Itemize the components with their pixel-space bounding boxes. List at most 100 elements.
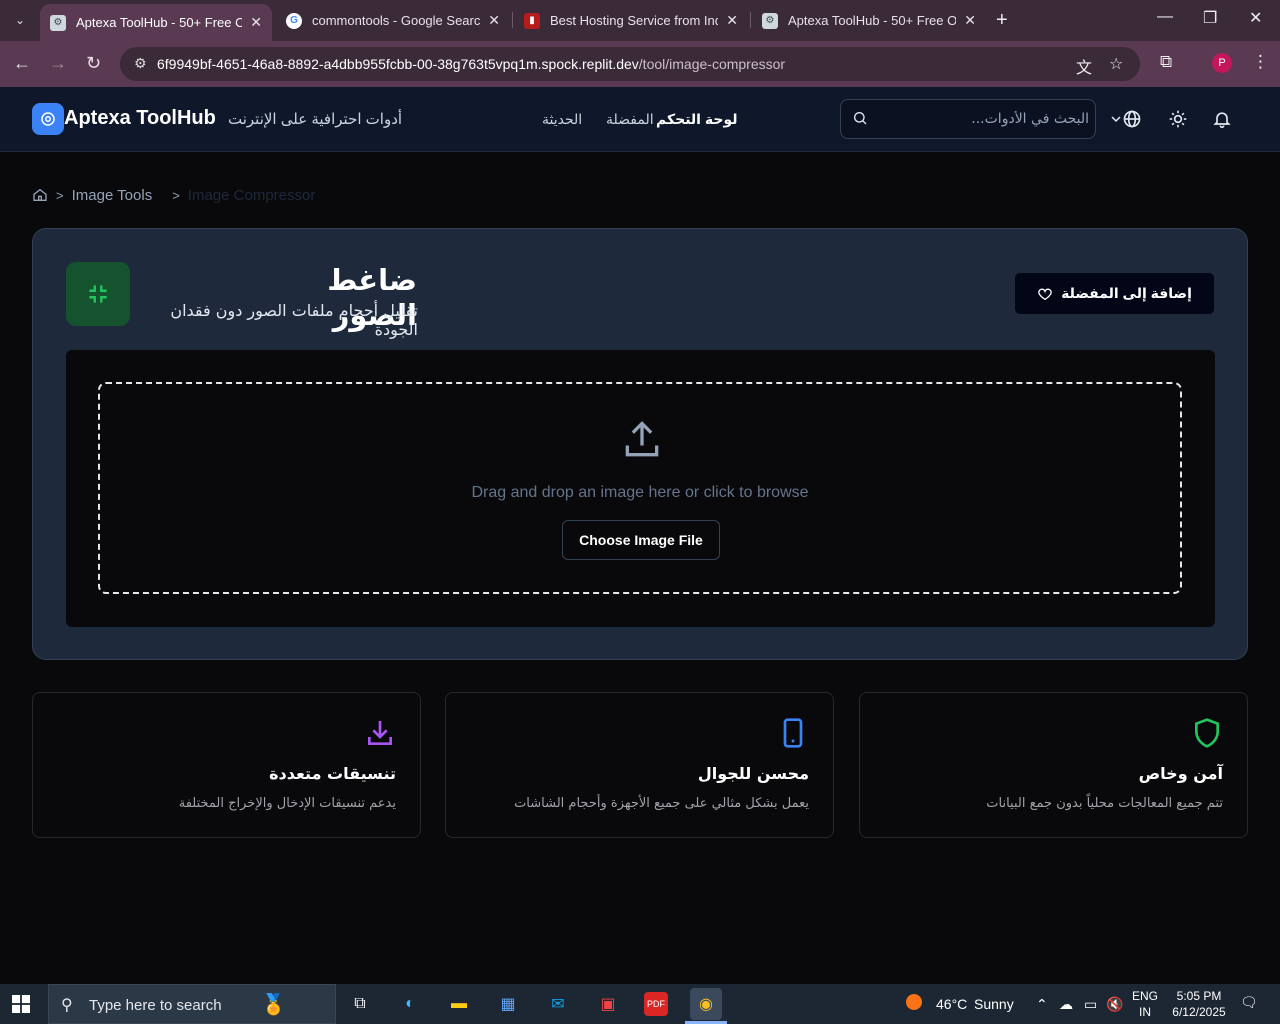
feature-description: تتم جميع المعالجات محلياً بدون جمع البيا… bbox=[986, 796, 1223, 811]
search-input[interactable] bbox=[877, 100, 1089, 138]
theme-sun-icon[interactable] bbox=[1168, 109, 1188, 129]
feature-card-secure: آمن وخاص تتم جميع المعالجات محلياً بدون … bbox=[859, 692, 1248, 838]
app-header: Aptexa ToolHub أدوات احترافية على الإنتر… bbox=[0, 87, 1280, 152]
breadcrumb: > Image Tools > Image Compressor bbox=[32, 185, 315, 205]
tab-title: commontools - Google Search bbox=[312, 13, 481, 28]
feature-title: تنسيقات متعددة bbox=[269, 764, 396, 783]
tab-aptexa-2[interactable]: ⚙ Aptexa ToolHub - 50+ Free Online ✕ bbox=[752, 4, 986, 37]
add-to-favorites-button[interactable]: إضافة إلى المفضلة bbox=[1014, 272, 1215, 315]
network-icon[interactable]: ☁ bbox=[1059, 996, 1073, 1013]
choose-image-file-button[interactable]: Choose Image File bbox=[562, 520, 720, 560]
brand-tagline: أدوات احترافية على الإنترنت bbox=[228, 111, 403, 128]
logo-icon[interactable] bbox=[32, 103, 64, 135]
feature-card-formats: تنسيقات متعددة يدعم تنسيقات الإدخال والإ… bbox=[32, 692, 421, 838]
feature-title: محسن للجوال bbox=[697, 764, 809, 783]
image-dropzone[interactable]: Drag and drop an image here or click to … bbox=[98, 382, 1182, 594]
task-view-icon[interactable]: ⧉ bbox=[344, 988, 376, 1020]
tool-card: ضاغط الصور تقليل أحجام ملفات الصور دون ف… bbox=[32, 228, 1248, 660]
minimize-icon[interactable]: — bbox=[1157, 8, 1173, 26]
weather-condition[interactable]: Sunny bbox=[974, 996, 1014, 1012]
microsoft-store-icon[interactable]: ▦ bbox=[492, 988, 524, 1020]
notifications-icon[interactable]: 🗨 bbox=[1240, 994, 1258, 1011]
breadcrumb-current: Image Compressor bbox=[187, 186, 316, 204]
chevron-down-icon[interactable] bbox=[1110, 113, 1122, 125]
upload-panel: Drag and drop an image here or click to … bbox=[66, 350, 1215, 627]
volume-muted-icon[interactable]: 🔇 bbox=[1106, 996, 1123, 1013]
address-bar[interactable]: ⚙ 6f9949bf-4651-46a8-8892-a4dbb955fcbb-0… bbox=[120, 47, 1140, 81]
restore-icon[interactable]: ❐ bbox=[1203, 8, 1217, 28]
edge-icon[interactable]: ◐ bbox=[394, 988, 426, 1020]
close-tab-icon[interactable]: ✕ bbox=[726, 12, 738, 29]
site-info-icon[interactable]: ⚙ bbox=[134, 55, 147, 72]
tab-title: Aptexa ToolHub - 50+ Free Online bbox=[76, 15, 243, 30]
feature-card-mobile: محسن للجوال يعمل بشكل مثالي على جميع الأ… bbox=[445, 692, 834, 838]
tab-aptexa-active[interactable]: ⚙ Aptexa ToolHub - 50+ Free Online ✕ bbox=[40, 4, 272, 41]
shield-icon bbox=[1195, 718, 1219, 748]
chevron-right-icon: > bbox=[172, 187, 180, 203]
browser-toolbar: ← → ↻ ⚙ 6f9949bf-4651-46a8-8892-a4dbb955… bbox=[0, 41, 1280, 87]
forward-icon[interactable]: → bbox=[49, 53, 67, 74]
bell-icon[interactable] bbox=[1212, 109, 1232, 129]
display-icon[interactable]: ▭ bbox=[1084, 996, 1097, 1013]
language-indicator[interactable]: ENG IN bbox=[1130, 988, 1160, 1020]
tab-divider bbox=[750, 12, 751, 28]
home-icon[interactable] bbox=[32, 187, 48, 203]
tab-divider bbox=[512, 12, 513, 28]
weather-icon[interactable] bbox=[906, 994, 922, 1013]
outlook-icon[interactable]: ✉ bbox=[542, 988, 574, 1020]
close-window-icon[interactable]: ✕ bbox=[1249, 8, 1262, 28]
brand-name[interactable]: Aptexa ToolHub bbox=[64, 107, 216, 130]
translate-icon[interactable]: 文 bbox=[1076, 54, 1092, 78]
windows-taskbar: ⚲ Type here to search 🏅 ⧉ ◐ ▬ ▦ ✉ ▣ PDF … bbox=[0, 984, 1280, 1024]
globe-icon[interactable] bbox=[1122, 109, 1142, 129]
tab-search-menu-button[interactable]: ⌄ bbox=[6, 8, 34, 32]
file-explorer-icon[interactable]: ▬ bbox=[443, 988, 475, 1020]
tab-title: Aptexa ToolHub - 50+ Free Online bbox=[788, 13, 957, 28]
smartphone-icon bbox=[783, 718, 803, 748]
weather-temperature[interactable]: 46°C bbox=[936, 996, 967, 1012]
heart-icon bbox=[1038, 288, 1052, 300]
feature-description: يدعم تنسيقات الإدخال والإخراج المختلفة bbox=[178, 796, 396, 811]
tab-google-search[interactable]: G commontools - Google Search ✕ bbox=[276, 4, 510, 37]
tool-description: تقليل أحجام ملفات الصور دون فقدان الجودة bbox=[170, 301, 418, 339]
close-tab-icon[interactable]: ✕ bbox=[964, 12, 976, 29]
hosting-favicon-icon: ▮ bbox=[524, 12, 540, 29]
search-icon: ⚲ bbox=[61, 997, 73, 1014]
windows-start-icon[interactable] bbox=[12, 995, 30, 1013]
bookmark-star-icon[interactable]: ☆ bbox=[1109, 54, 1123, 74]
close-tab-icon[interactable]: ✕ bbox=[488, 12, 500, 29]
add-to-favorites-label: إضافة إلى المفضلة bbox=[1061, 285, 1192, 301]
tab-hosting[interactable]: ▮ Best Hosting Service from India ✕ bbox=[514, 4, 748, 37]
tab-title: Best Hosting Service from India bbox=[550, 13, 719, 28]
compress-icon bbox=[66, 262, 130, 326]
upload-icon bbox=[625, 421, 659, 457]
close-tab-icon[interactable]: ✕ bbox=[250, 14, 262, 31]
browser-tab-strip: ⌄ ⚙ Aptexa ToolHub - 50+ Free Online ✕ G… bbox=[0, 0, 1280, 41]
pdf-app-icon[interactable]: PDF bbox=[644, 992, 668, 1016]
chevron-right-icon: > bbox=[56, 187, 64, 203]
browser-menu-icon[interactable]: ⋮ bbox=[1252, 52, 1269, 72]
taskbar-search-placeholder: Type here to search bbox=[89, 997, 222, 1014]
feature-title: آمن وخاص bbox=[1138, 764, 1223, 783]
new-tab-button[interactable]: + bbox=[996, 9, 1008, 32]
download-icon bbox=[368, 721, 392, 745]
taskbar-search[interactable]: ⚲ Type here to search 🏅 bbox=[48, 984, 336, 1024]
nav-recent[interactable]: الحديثة bbox=[542, 111, 582, 128]
profile-avatar[interactable]: P bbox=[1212, 53, 1232, 73]
chrome-icon[interactable]: ◉ bbox=[690, 988, 722, 1020]
chevron-up-icon[interactable]: ⌃ bbox=[1036, 996, 1048, 1013]
nav-dashboard[interactable]: لوحة التحكم bbox=[656, 111, 737, 128]
breadcrumb-category[interactable]: Image Tools bbox=[72, 187, 153, 204]
back-icon[interactable]: ← bbox=[13, 53, 31, 74]
dropzone-text: Drag and drop an image here or click to … bbox=[471, 484, 809, 501]
url-text[interactable]: 6f9949bf-4651-46a8-8892-a4dbb955fcbb-00-… bbox=[157, 56, 785, 72]
app-icon[interactable]: ▣ bbox=[592, 988, 624, 1020]
extensions-icon[interactable]: ⧉ bbox=[1160, 52, 1172, 72]
search-highlight-icon: 🏅 bbox=[261, 994, 286, 1016]
taskbar-clock[interactable]: 5:05 PM 6/12/2025 bbox=[1168, 988, 1230, 1020]
tool-search bbox=[840, 99, 1096, 139]
reload-icon[interactable]: ↻ bbox=[86, 53, 101, 74]
search-icon bbox=[854, 112, 867, 125]
nav-favorites[interactable]: المفضلة bbox=[606, 111, 654, 128]
aptexa-favicon-icon: ⚙ bbox=[762, 12, 778, 29]
